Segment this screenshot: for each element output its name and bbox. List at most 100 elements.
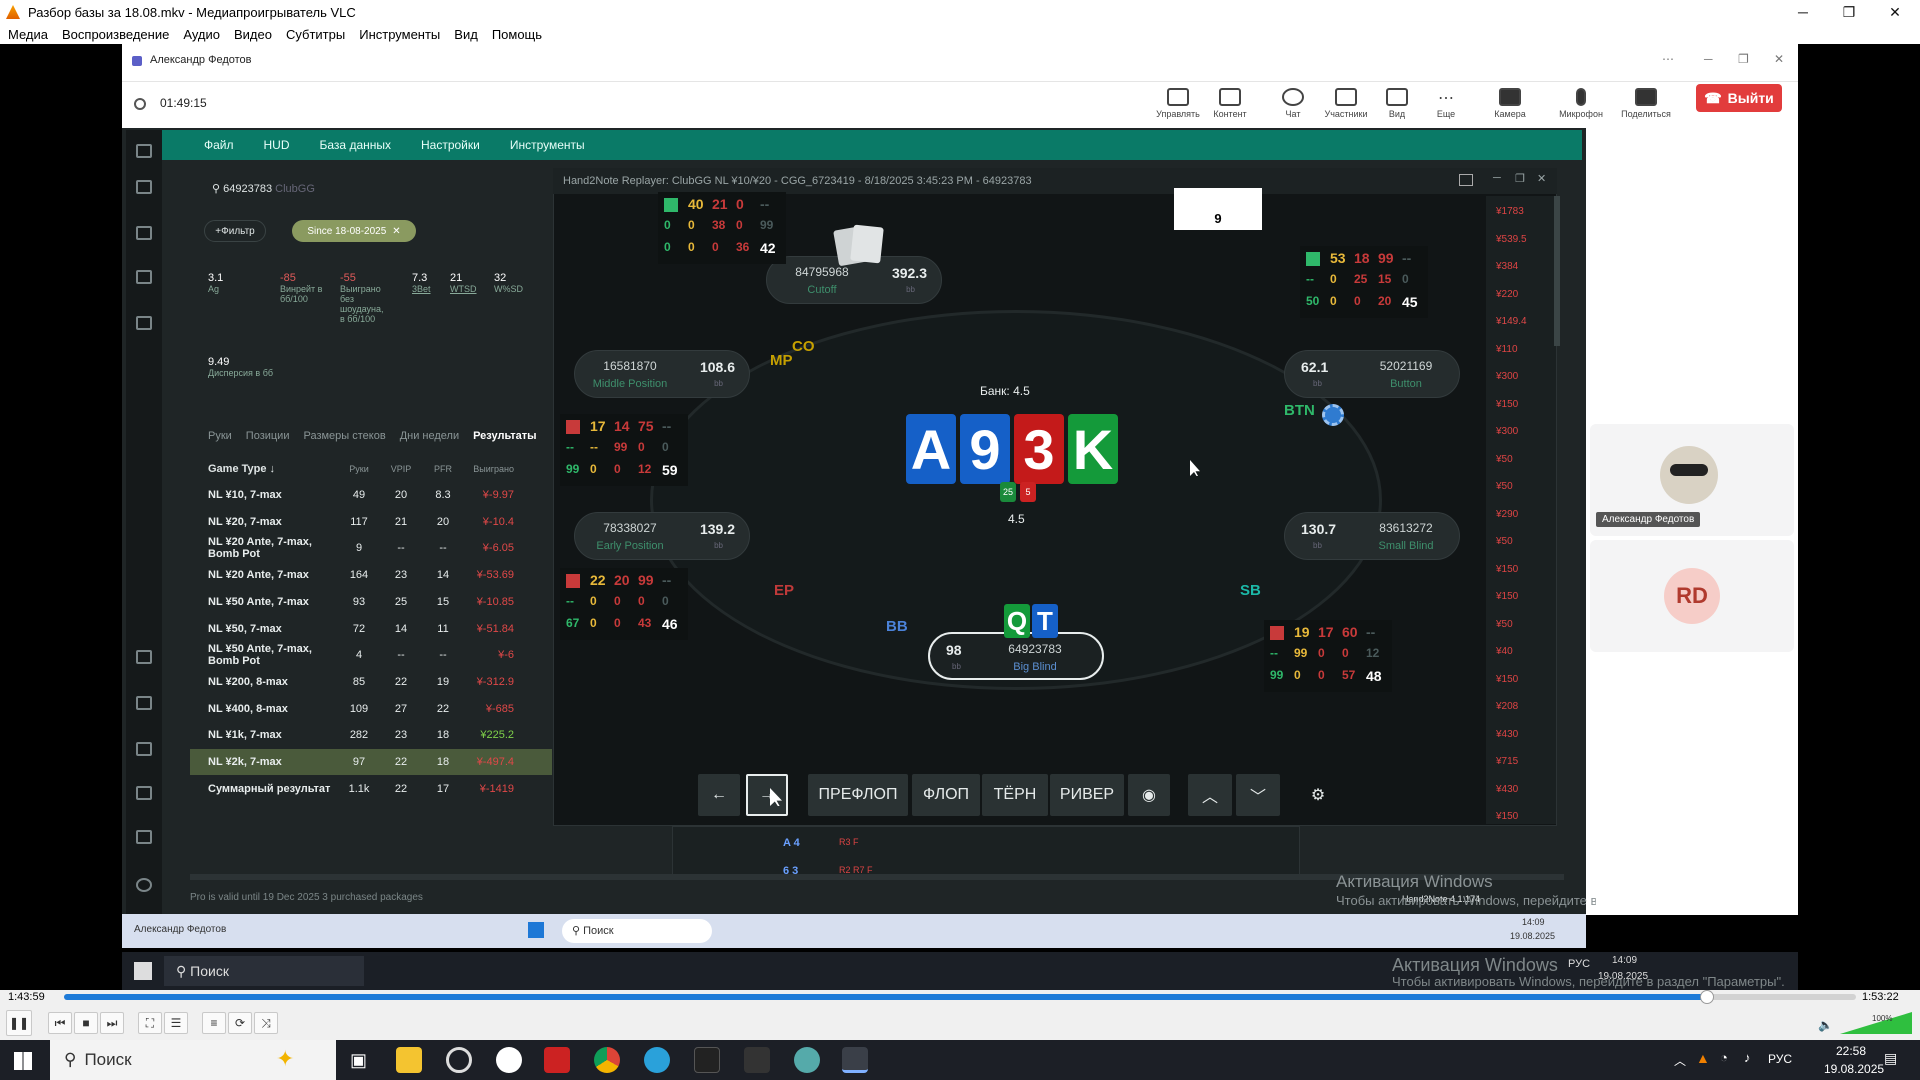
menu-database[interactable]: База данных xyxy=(320,138,391,152)
prev-hand-button[interactable]: ︿ xyxy=(1188,774,1232,816)
table-row[interactable]: Суммарный результат 1.1k 22 17 ¥-1419 xyxy=(190,776,552,802)
menu-tools[interactable]: Инструменты xyxy=(510,138,585,152)
hud-button[interactable]: 53 18 99 -- -- 0 25 15 0 50 0 0 20 45 xyxy=(1300,246,1428,318)
playlist-button[interactable]: ≡ xyxy=(202,1012,226,1034)
minimize-icon[interactable]: ─ xyxy=(1493,172,1501,184)
street-flop-button[interactable]: ФЛОП xyxy=(912,774,980,816)
street-river-button[interactable]: РИВЕР xyxy=(1050,774,1124,816)
tab-weekdays[interactable]: Дни недели xyxy=(400,430,459,442)
prev-button[interactable]: ← xyxy=(698,774,740,816)
list-item[interactable]: A 4 xyxy=(783,837,800,849)
taskbar-search[interactable]: ⚲ Поиск ✦ xyxy=(50,1040,336,1080)
taskbar-date[interactable]: 19.08.2025 xyxy=(1824,1062,1884,1076)
menu-help[interactable]: Помощь xyxy=(492,27,542,42)
pause-button[interactable]: ❚❚ xyxy=(6,1010,32,1036)
obs-icon[interactable] xyxy=(446,1047,472,1073)
table-row[interactable]: NL ¥20, 7-max 117 21 20 ¥-10.4 xyxy=(190,509,552,535)
menu-hud[interactable]: HUD xyxy=(264,138,290,152)
bet-amount[interactable]: ¥300 xyxy=(1496,371,1518,382)
poker-app-icon[interactable] xyxy=(544,1047,570,1073)
taskbar-clock[interactable]: 22:58 xyxy=(1836,1044,1866,1058)
participants-tool[interactable]: Участники xyxy=(1319,82,1373,128)
vlc-tray-icon[interactable]: ▲ xyxy=(1696,1050,1710,1066)
clubgg-icon[interactable] xyxy=(744,1047,770,1073)
bet-amount[interactable]: ¥150 xyxy=(1496,674,1518,685)
menu-video[interactable]: Видео xyxy=(234,27,272,42)
bet-amount[interactable]: ¥50 xyxy=(1496,454,1513,465)
menu-file[interactable]: Файл xyxy=(204,138,234,152)
maximize-button[interactable]: ❐ xyxy=(1826,0,1872,24)
more-icon[interactable]: ⋯ xyxy=(1662,52,1674,66)
menu-tools[interactable]: Инструменты xyxy=(359,27,440,42)
seat-button[interactable]: 62.1 bb 52021169 Button xyxy=(1284,350,1460,398)
table-row[interactable]: NL ¥2k, 7-max 97 22 18 ¥-497.4 xyxy=(190,749,552,775)
chrome-icon[interactable] xyxy=(594,1047,620,1073)
filter-button[interactable]: + Фильтр xyxy=(204,220,266,242)
restore-icon[interactable]: ❐ xyxy=(1738,52,1749,66)
hud-early-position[interactable]: 22 20 99 -- -- 0 0 0 0 67 0 0 43 46 xyxy=(560,568,688,640)
shared-search[interactable]: ⚲ Поиск xyxy=(164,956,364,986)
bet-amount[interactable]: ¥50 xyxy=(1496,536,1513,547)
stop-button[interactable]: ■ xyxy=(74,1012,98,1034)
tray-chevron-icon[interactable]: ︿ xyxy=(1674,1052,1686,1069)
close-button[interactable]: ✕ xyxy=(1872,0,1918,24)
bet-amount[interactable]: ¥40 xyxy=(1496,646,1513,657)
participant-card[interactable]: Александр Федотов xyxy=(1590,424,1794,536)
app-icon[interactable] xyxy=(794,1047,820,1073)
close-icon[interactable]: ✕ xyxy=(1537,172,1546,185)
street-preflop-button[interactable]: ПРЕФЛОП xyxy=(808,774,908,816)
bet-amount[interactable]: ¥50 xyxy=(1496,619,1513,630)
camera-tool[interactable]: Камера xyxy=(1483,82,1537,128)
fullscreen-button[interactable]: ⛶ xyxy=(138,1012,162,1034)
hand2note-icon[interactable] xyxy=(694,1047,720,1073)
seat-early-position[interactable]: 78338027 Early Position 139.2 bb xyxy=(574,512,750,560)
vlc-taskbar-icon[interactable] xyxy=(842,1047,868,1073)
seat-hero-big-blind[interactable]: 98 bb 64923783 Big Blind xyxy=(928,632,1104,680)
table-row[interactable]: NL ¥1k, 7-max 282 23 18 ¥225.2 xyxy=(190,722,552,748)
close-icon[interactable]: ✕ xyxy=(1774,52,1784,66)
menu-playback[interactable]: Воспроизведение xyxy=(62,27,169,42)
chat-tool[interactable]: Чат xyxy=(1266,82,1320,128)
bet-amount[interactable]: ¥384 xyxy=(1496,261,1518,272)
db-icon[interactable] xyxy=(136,180,152,194)
bet-amount[interactable]: ¥150 xyxy=(1496,399,1518,410)
task-view-icon[interactable]: ▣ xyxy=(350,1050,367,1071)
street-turn-button[interactable]: ТЁРН xyxy=(982,774,1048,816)
inner-search[interactable]: ⚲ Поиск xyxy=(562,919,712,943)
bet-amount[interactable]: ¥150 xyxy=(1496,591,1518,602)
participant-card-rd[interactable]: RD xyxy=(1590,540,1794,652)
bet-amount[interactable]: ¥149.4 xyxy=(1496,316,1527,327)
manage-tool[interactable]: Управлять xyxy=(1151,82,1205,128)
minimize-button[interactable]: ─ xyxy=(1780,0,1826,24)
file-explorer-icon[interactable] xyxy=(396,1047,422,1073)
more-tool[interactable]: ⋯ Еще xyxy=(1419,82,1473,128)
bet-amount[interactable]: ¥430 xyxy=(1496,784,1518,795)
windows-start-icon[interactable] xyxy=(134,962,152,980)
table-row[interactable]: NL ¥400, 8-max 109 27 22 ¥-685 xyxy=(190,696,552,722)
bet-amount[interactable]: ¥110 xyxy=(1496,344,1518,355)
time-total[interactable]: 1:53:22 xyxy=(1862,991,1899,1003)
bet-amount[interactable]: ¥150 xyxy=(1496,564,1518,575)
bet-amount[interactable]: ¥50 xyxy=(1496,481,1513,492)
player-search[interactable]: ⚲ 64923783 ClubGG xyxy=(212,182,315,195)
menu-audio[interactable]: Аудио xyxy=(183,27,220,42)
share-tool[interactable]: Поделиться xyxy=(1619,82,1673,128)
table-row[interactable]: NL ¥20 Ante, 7-max 164 23 14 ¥-53.69 xyxy=(190,562,552,588)
scrollbar[interactable] xyxy=(1554,196,1560,346)
bet-amount[interactable]: ¥208 xyxy=(1496,701,1518,712)
view-tool[interactable]: Вид xyxy=(1370,82,1424,128)
hud-cutoff[interactable]: 40 21 0 -- 0 0 38 0 99 0 0 0 36 42 xyxy=(658,192,786,264)
seat-middle-position[interactable]: 16581870 Middle Position 108.6 bb xyxy=(574,350,750,398)
next-button[interactable]: → xyxy=(746,774,788,816)
download-icon[interactable] xyxy=(136,830,152,844)
share-icon[interactable] xyxy=(136,226,152,240)
bet-amount[interactable]: ¥430 xyxy=(1496,729,1518,740)
settings-icon[interactable] xyxy=(136,878,152,892)
shuffle-button[interactable]: ⤨ xyxy=(254,1012,278,1034)
filter-icon[interactable] xyxy=(136,650,152,664)
star-icon[interactable] xyxy=(136,316,152,330)
seat-small-blind[interactable]: 130.7 bb 83613272 Small Blind xyxy=(1284,512,1460,560)
table-row[interactable]: NL ¥200, 8-max 85 22 19 ¥-312.9 xyxy=(190,669,552,695)
database-icon[interactable] xyxy=(136,786,152,800)
layout-icon[interactable] xyxy=(136,696,152,710)
